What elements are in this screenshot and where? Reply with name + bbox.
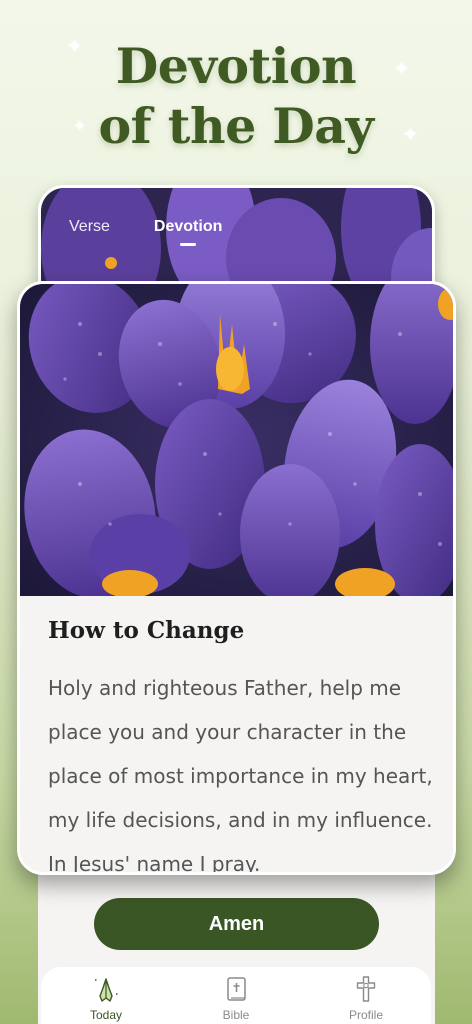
devotion-body: Holy and righteous Father, help me place… xyxy=(48,676,433,875)
sparkle-icon: ✦ xyxy=(66,34,83,58)
nav-item-today[interactable]: Today xyxy=(51,972,161,1022)
bottom-nav: Today Bible Profile xyxy=(41,967,431,1024)
bible-icon xyxy=(219,972,253,1006)
sparkle-icon: ✦ xyxy=(402,122,419,146)
devotion-card[interactable]: How to Change Holy and righteous Father,… xyxy=(17,281,456,875)
devotion-image xyxy=(20,284,453,596)
nav-item-profile[interactable]: Profile xyxy=(311,972,421,1022)
nav-label-bible: Bible xyxy=(222,1008,250,1022)
crocus-image xyxy=(20,284,453,596)
devotion-title: How to Change xyxy=(48,617,245,644)
tab-bar: Verse Devotion xyxy=(69,218,222,236)
nav-item-bible[interactable]: Bible xyxy=(181,972,291,1022)
tab-verse[interactable]: Verse xyxy=(69,218,110,236)
nav-label-profile: Profile xyxy=(348,1008,383,1022)
devotion-content: How to Change Holy and righteous Father,… xyxy=(48,616,443,875)
sparkle-icon: ✦ xyxy=(393,56,410,80)
nav-label-today: Today xyxy=(89,1008,123,1022)
cross-icon xyxy=(349,972,383,1006)
amen-button[interactable]: Amen xyxy=(94,898,379,950)
tab-devotion[interactable]: Devotion xyxy=(154,218,222,236)
sparkle-icon: ✦ xyxy=(73,116,87,135)
praying-hands-icon xyxy=(89,972,123,1006)
